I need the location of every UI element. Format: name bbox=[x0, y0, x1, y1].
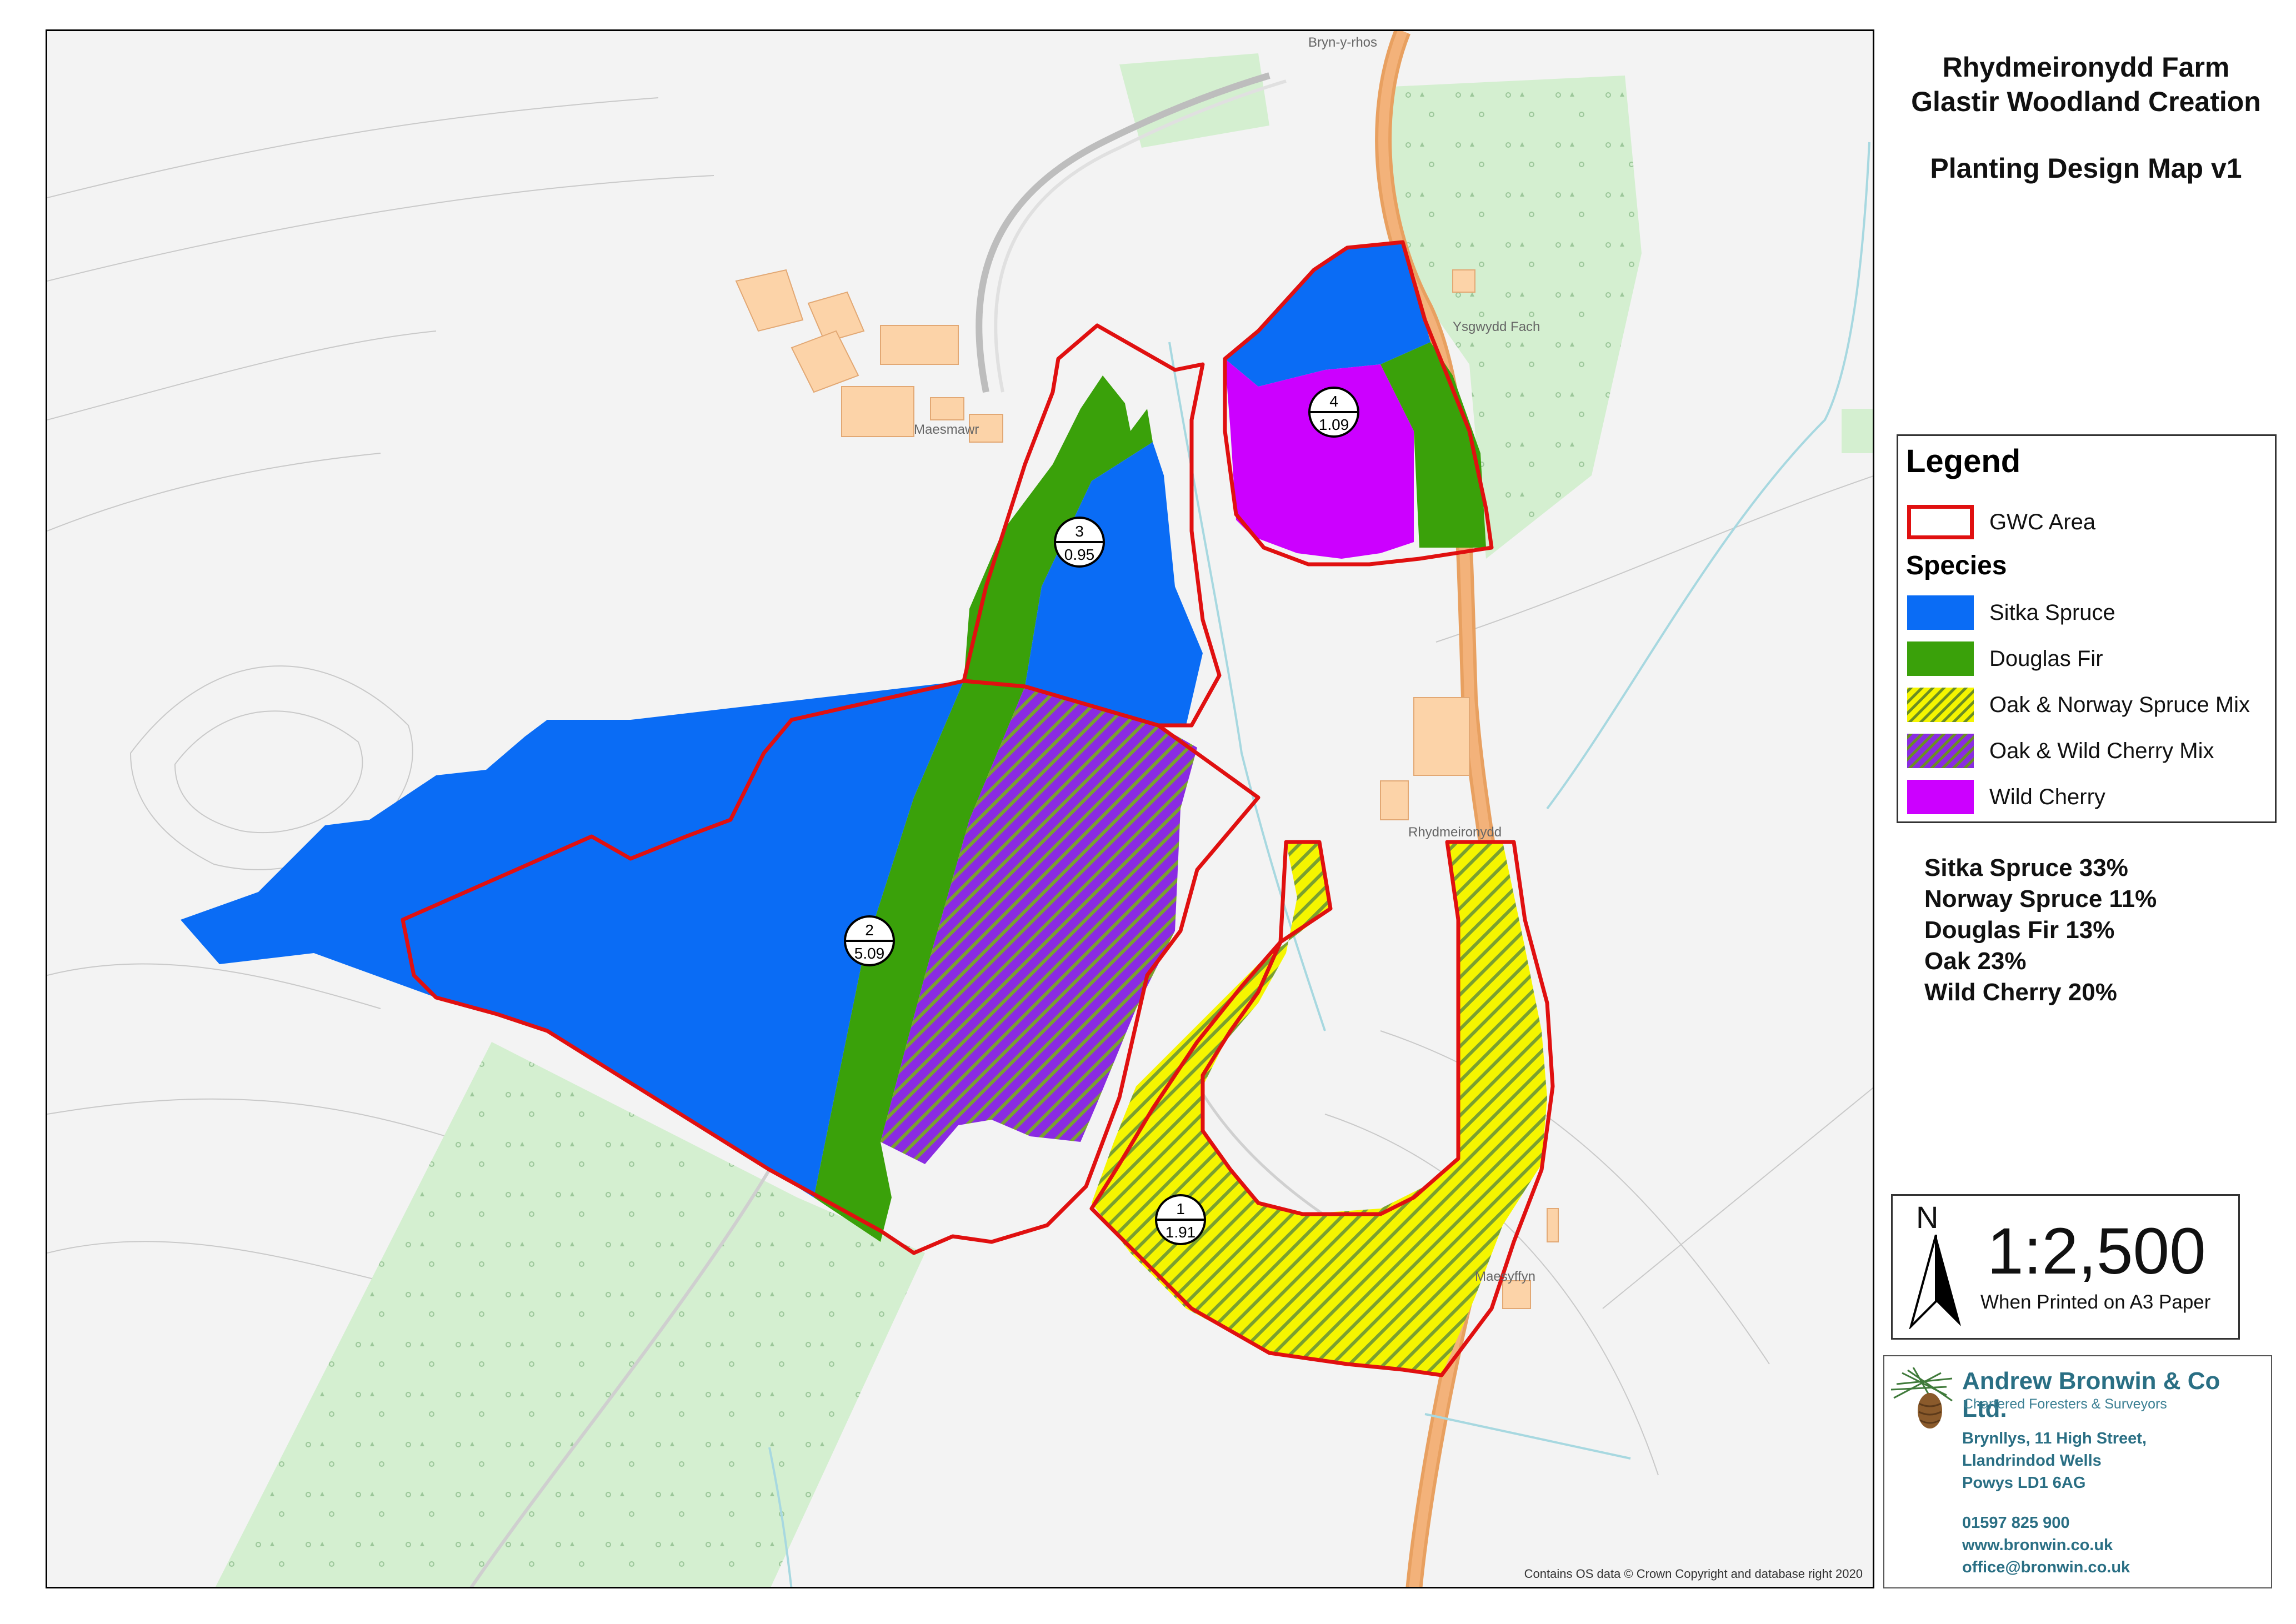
label-brynfarm: Bryn-y-rhos bbox=[1308, 35, 1377, 50]
species-label: Wild Cherry bbox=[1989, 784, 2105, 809]
species-label: Douglas Fir bbox=[1989, 646, 2103, 671]
scale-note: When Printed on A3 Paper bbox=[1980, 1291, 2211, 1313]
website-link[interactable]: www.bronwin.co.uk bbox=[1962, 1534, 2130, 1556]
address-line: Llandrindod Wells bbox=[1962, 1452, 2102, 1470]
boundary-swatch bbox=[1907, 505, 1974, 539]
label-maesyffyn: Maesyffyn bbox=[1475, 1269, 1535, 1284]
plot-id: 2 bbox=[865, 921, 874, 939]
legend: Legend GWC Area Species Sitka Spruce Doug… bbox=[1897, 434, 2277, 823]
title-line-3: Planting Design Map v1 bbox=[1930, 153, 2242, 184]
label-rhydmeironydd: Rhydmeironydd bbox=[1408, 825, 1502, 840]
species-label: Oak & Wild Cherry Mix bbox=[1989, 738, 2214, 763]
species-mix: Sitka Spruce 33% Norway Spruce 11% Douglas… bbox=[1924, 853, 2157, 1008]
plot-label-3[interactable]: 30.95 bbox=[1054, 517, 1105, 568]
legend-species-heading: Species bbox=[1906, 551, 2007, 580]
legend-row-boundary: GWC Area bbox=[1907, 504, 2095, 540]
legend-row-species: Oak & Wild Cherry Mix bbox=[1907, 733, 2214, 769]
legend-row-species: Oak & Norway Spruce Mix bbox=[1907, 686, 2250, 723]
title-line-1: Rhydmeironydd Farm bbox=[1942, 52, 2230, 83]
species-mix-line: Norway Spruce 11% bbox=[1924, 885, 2157, 913]
species-mix-line: Sitka Spruce 33% bbox=[1924, 854, 2128, 881]
address-line: Powys LD1 6AG bbox=[1962, 1474, 2086, 1492]
plot-id: 4 bbox=[1329, 393, 1338, 410]
plot-area: 1.91 bbox=[1165, 1224, 1196, 1241]
legend-row-species: Sitka Spruce bbox=[1907, 594, 2115, 631]
plot-area: 1.09 bbox=[1319, 416, 1349, 433]
species-mix-line: Wild Cherry 20% bbox=[1924, 979, 2117, 1006]
label-maesmawr: Maesmawr bbox=[914, 422, 979, 437]
species-mix-line: Douglas Fir 13% bbox=[1924, 916, 2115, 944]
plot-label-4[interactable]: 41.09 bbox=[1308, 387, 1359, 438]
company-contact: 01597 825 900 www.bronwin.co.uk office@b… bbox=[1962, 1512, 2130, 1578]
company-block: Andrew Bronwin & Co Ltd. Chartered Fores… bbox=[1883, 1355, 2272, 1588]
company-tagline: Chartered Foresters & Surveyors bbox=[1963, 1396, 2167, 1412]
species-label: Oak & Norway Spruce Mix bbox=[1989, 692, 2250, 717]
title-line-2: Glastir Woodland Creation bbox=[1911, 86, 2261, 117]
north-label: N bbox=[1916, 1200, 1939, 1235]
species-label: Sitka Spruce bbox=[1989, 600, 2115, 625]
legend-title: Legend bbox=[1906, 443, 2021, 479]
pine-cone-logo-icon bbox=[1891, 1367, 1953, 1428]
label-ysgwyddfach: Ysgwydd Fach bbox=[1453, 319, 1540, 334]
species-swatch bbox=[1907, 641, 1974, 676]
plot-label-2[interactable]: 25.09 bbox=[844, 915, 895, 966]
plot-label-1[interactable]: 11.91 bbox=[1155, 1194, 1206, 1245]
north-arrow-icon bbox=[1909, 1235, 1961, 1329]
map-canvas: 11.9125.0930.9541.09 Bryn-y-rhos Ysgwydd… bbox=[47, 31, 1873, 1587]
scale-panel: N 1:2,500 When Printed on A3 Paper bbox=[1891, 1194, 2240, 1340]
plot-id: 3 bbox=[1075, 523, 1084, 540]
map-view[interactable]: 1 1.91 2 5.09 3 0.95 4 1.09 Bryn-y-rhos Ysgwydd… bbox=[46, 29, 1874, 1588]
plot-area: 5.09 bbox=[854, 945, 885, 962]
copyright-notice: Contains OS data © Crown Copyright and d… bbox=[1524, 1567, 1863, 1581]
species-swatch bbox=[1907, 780, 1974, 814]
scale-ratio: 1:2,500 bbox=[1987, 1215, 2206, 1288]
legend-row-species: Wild Cherry bbox=[1907, 779, 2105, 815]
address-line: Brynllys, 11 High Street, bbox=[1962, 1430, 2147, 1447]
company-name: Andrew Bronwin & Co Ltd. bbox=[1962, 1367, 2220, 1422]
plot-area: 0.95 bbox=[1064, 546, 1095, 563]
email-link[interactable]: office@bronwin.co.uk bbox=[1962, 1556, 2130, 1578]
species-mix-line: Oak 23% bbox=[1924, 948, 2027, 975]
species-swatch bbox=[1907, 595, 1974, 630]
legend-row-species: Douglas Fir bbox=[1907, 640, 2103, 677]
legend-boundary-label: GWC Area bbox=[1989, 509, 2096, 534]
map-title: Rhydmeironydd Farm Glastir Woodland Crea… bbox=[1880, 50, 2292, 186]
compartment-4-wild-cherry[interactable] bbox=[1225, 359, 1414, 559]
species-swatch bbox=[1907, 734, 1974, 768]
company-address: Brynllys, 11 High Street, Llandrindod We… bbox=[1962, 1427, 2147, 1494]
species-swatch bbox=[1907, 688, 1974, 722]
plot-id: 1 bbox=[1176, 1200, 1185, 1217]
phone-number: 01597 825 900 bbox=[1962, 1514, 2070, 1532]
